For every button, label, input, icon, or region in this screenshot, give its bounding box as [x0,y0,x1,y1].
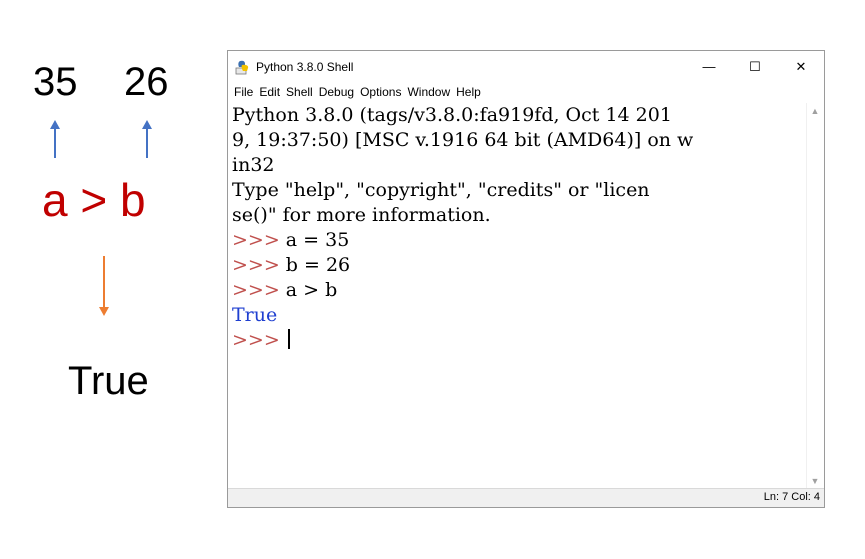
shell-text: a > b [279,279,338,301]
shell-line: >>> a > b [232,278,806,303]
menu-help[interactable]: Help [453,83,484,101]
result-label: True [68,359,149,403]
arrow-up-b [142,120,152,158]
shell-line: Type "help", "copyright", "credits" or "… [232,178,806,203]
shell-prompt: >>> [232,229,280,251]
shell-line: >>> b = 26 [232,253,806,278]
shell-text: 9, 19:37:50) [MSC v.1916 64 bit (AMD64)]… [232,129,694,151]
value-a-label: 35 [33,60,78,104]
scroll-down-arrow-icon[interactable]: ▼ [807,473,823,489]
shell-text-area[interactable]: Python 3.8.0 (tags/v3.8.0:fa919fd, Oct 1… [229,103,806,489]
shell-text: se()" for more information. [232,204,491,226]
menu-edit[interactable]: Edit [256,83,283,101]
text-cursor [287,329,290,349]
menu-file[interactable]: File [231,83,256,101]
shell-text: Type "help", "copyright", "credits" or "… [232,179,650,201]
vertical-scrollbar[interactable]: ▲ ▼ [806,103,823,489]
shell-prompt: >>> [232,279,280,301]
shell-line: >>> a = 35 [232,228,806,253]
shell-text [280,329,286,351]
arrow-up-a [50,120,60,158]
menu-window[interactable]: Window [404,83,453,101]
cursor-position: Ln: 7 Col: 4 [763,491,820,503]
scroll-up-arrow-icon[interactable]: ▲ [807,103,823,119]
shell-output: True [232,304,278,326]
title-bar[interactable]: Python 3.8.0 Shell — ☐ ✕ [228,51,824,83]
shell-line: Python 3.8.0 (tags/v3.8.0:fa919fd, Oct 1… [232,103,806,128]
minimize-button[interactable]: — [686,51,732,83]
maximize-button[interactable]: ☐ [732,51,778,83]
window-title: Python 3.8.0 Shell [256,60,354,74]
status-bar: Ln: 7 Col: 4 [228,488,824,507]
idle-shell-window: Python 3.8.0 Shell — ☐ ✕ File Edit Shell De… [227,50,825,508]
shell-line: in32 [232,153,806,178]
shell-text: Python 3.8.0 (tags/v3.8.0:fa919fd, Oct 1… [232,104,672,126]
close-button[interactable]: ✕ [778,51,824,83]
comparison-expression: a > b [42,174,146,226]
menu-debug[interactable]: Debug [316,83,357,101]
value-b-label: 26 [124,60,169,104]
shell-text: in32 [232,154,275,176]
shell-line: 9, 19:37:50) [MSC v.1916 64 bit (AMD64)]… [232,128,806,153]
shell-prompt: >>> [232,329,280,351]
menu-options[interactable]: Options [357,83,404,101]
shell-text: a = 35 [279,229,350,251]
arrow-down [99,256,109,316]
shell-text: b = 26 [279,254,351,276]
shell-line: >>> [232,328,806,353]
python-idle-icon [235,60,249,75]
menu-shell[interactable]: Shell [283,83,316,101]
shell-line: True [232,303,806,328]
menu-bar: File Edit Shell Debug Options Window Help [228,83,824,101]
shell-prompt: >>> [232,254,280,276]
shell-line: se()" for more information. [232,203,806,228]
